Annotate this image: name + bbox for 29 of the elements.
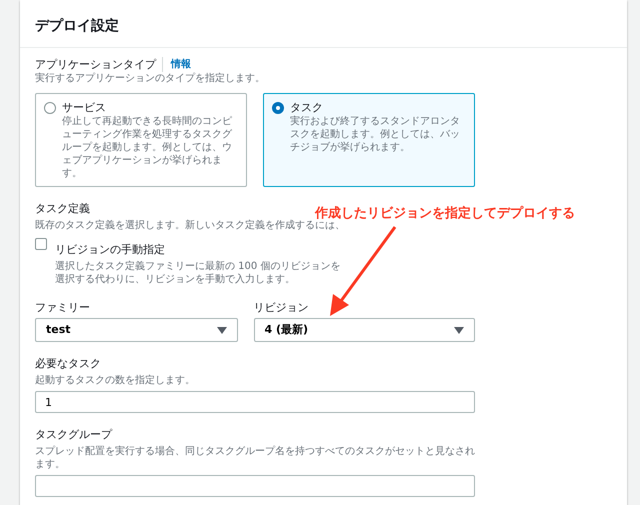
family-label: ファミリー bbox=[35, 300, 90, 315]
input-field[interactable]: 1 bbox=[35, 391, 475, 413]
field-label: 必要なタスク bbox=[35, 356, 101, 371]
caret-icon bbox=[216, 326, 226, 334]
checkbox-description: 選択したタスク定義ファミリーに最新の 100 個のリビジョンを選択する代わりに、リビジョンを手動で入力します。 bbox=[55, 260, 342, 286]
caret-icon bbox=[454, 326, 464, 334]
family-select[interactable]: test bbox=[35, 318, 238, 342]
option-title: サービス bbox=[62, 100, 107, 115]
field-description: 実行するアプリケーションのタイプを指定します。 bbox=[35, 72, 266, 85]
checkbox[interactable] bbox=[35, 238, 47, 250]
revision-select[interactable]: 4 (最新) bbox=[254, 318, 476, 342]
field-description: スプレッド配置を実行する場合、同じタスクグループ名を持つすべてのタスクがセットと見なされます。 bbox=[35, 445, 475, 471]
radio-card[interactable]: サービス 停止して再起動できる長時間のコンピューティング作業を処理するタスクグループを起動します。例としては、ウェブアプリケーションが挙げられます。 bbox=[35, 93, 247, 187]
option-title: タスク bbox=[290, 100, 324, 115]
radio-card[interactable]: タスク 実行および終了するスタンドアロンタスクを起動します。例としては、バッチジョブが挙げられます。 bbox=[263, 93, 475, 187]
checkbox-label: リビジョンの手動指定 bbox=[55, 242, 165, 257]
option-description: 実行および終了するスタンドアロンタスクを起動します。例としては、バッチジョブが挙げられます。 bbox=[290, 115, 461, 154]
field-label: タスク定義 bbox=[35, 201, 90, 216]
section-title: デプロイ設定 bbox=[20, 0, 627, 48]
option-description: 停止して再起動できる長時間のコンピューティング作業を処理するタスクグループを起動します。例としては、ウェブアプリケーションが挙げられます。 bbox=[62, 115, 233, 180]
annotation-text: 作成したリビジョンを指定してデプロイする bbox=[315, 205, 575, 222]
field-description: 起動するタスクの数を指定します。 bbox=[35, 374, 196, 387]
info-link[interactable]: 情報 bbox=[162, 57, 191, 72]
revision-label: リビジョン bbox=[254, 300, 308, 315]
field-label: アプリケーションタイプ bbox=[35, 57, 156, 72]
radio-button[interactable] bbox=[272, 102, 284, 114]
input-field[interactable] bbox=[35, 475, 475, 497]
radio-button[interactable] bbox=[44, 102, 56, 114]
field-label: タスクグループ bbox=[35, 427, 112, 442]
